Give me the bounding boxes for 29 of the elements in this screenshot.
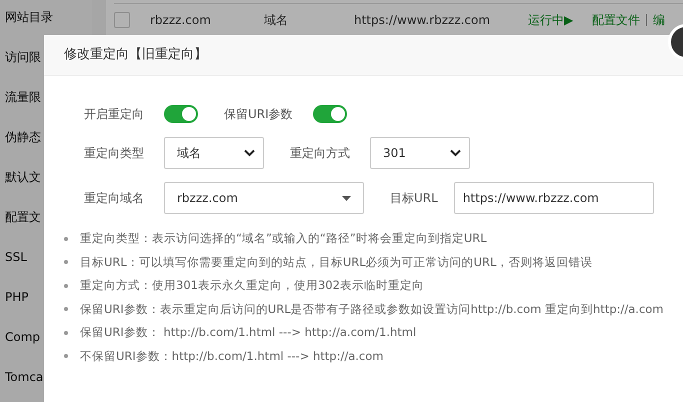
action-link[interactable]: 配置文件 bbox=[592, 12, 640, 28]
switch-label: 开启重定向 bbox=[84, 106, 144, 122]
action-link[interactable]: 编 bbox=[653, 12, 665, 28]
checkbox[interactable] bbox=[114, 12, 130, 28]
field-label: 重定向方式 bbox=[290, 144, 350, 162]
chevron-down-icon bbox=[450, 149, 461, 157]
dropdown[interactable]: rbzzz.com bbox=[164, 182, 364, 214]
dropdown[interactable]: 域名 bbox=[164, 137, 264, 169]
dialog-title: 修改重定向【旧重定向】 bbox=[44, 35, 683, 76]
caret-down-icon bbox=[342, 196, 351, 200]
field-label: 目标URL bbox=[390, 190, 438, 206]
help-text: 不保留URI参数：http://b.com/1.html ---> http://a.com bbox=[80, 348, 384, 364]
input-field[interactable]: https://www.rbzzz.com bbox=[454, 182, 654, 214]
table-cell-text: rbzzz.com bbox=[150, 13, 212, 27]
status-link[interactable]: 运行中▶ bbox=[528, 12, 592, 28]
help-text: 保留URI参数：表示重定向后访问的URL是否带有子路径或参数如设置访问http://b.com 重定向到http://a.com bbox=[80, 302, 664, 317]
switch-label: 保留URI参数 bbox=[224, 106, 293, 122]
table-cell-text: 域名 bbox=[264, 12, 289, 28]
help-text: 重定向类型：表示访问选择的“域名”或输入的“路径”时将会重定向到指定URL bbox=[80, 231, 487, 246]
help-text: 目标URL：可以填写你需要重定向到的站点，目标URL必须为可正常访问的URL，否则将返回错误 bbox=[80, 254, 592, 270]
toggle-switch[interactable] bbox=[164, 105, 198, 123]
field-label: 重定向类型 bbox=[84, 144, 144, 162]
field-label: 重定向域名 bbox=[84, 190, 144, 206]
table-cell-text: https://www.rbzzz.com bbox=[354, 13, 492, 27]
help-text: 保留URI参数： http://b.com/1.html ---> http://a.com/1.html bbox=[80, 325, 416, 340]
dropdown[interactable]: 301 bbox=[370, 137, 470, 169]
help-text: 重定向方式：使用301表示永久重定向，使用302表示临时重定向 bbox=[80, 278, 424, 294]
chevron-down-icon bbox=[244, 149, 255, 157]
toggle-switch[interactable] bbox=[312, 105, 347, 123]
